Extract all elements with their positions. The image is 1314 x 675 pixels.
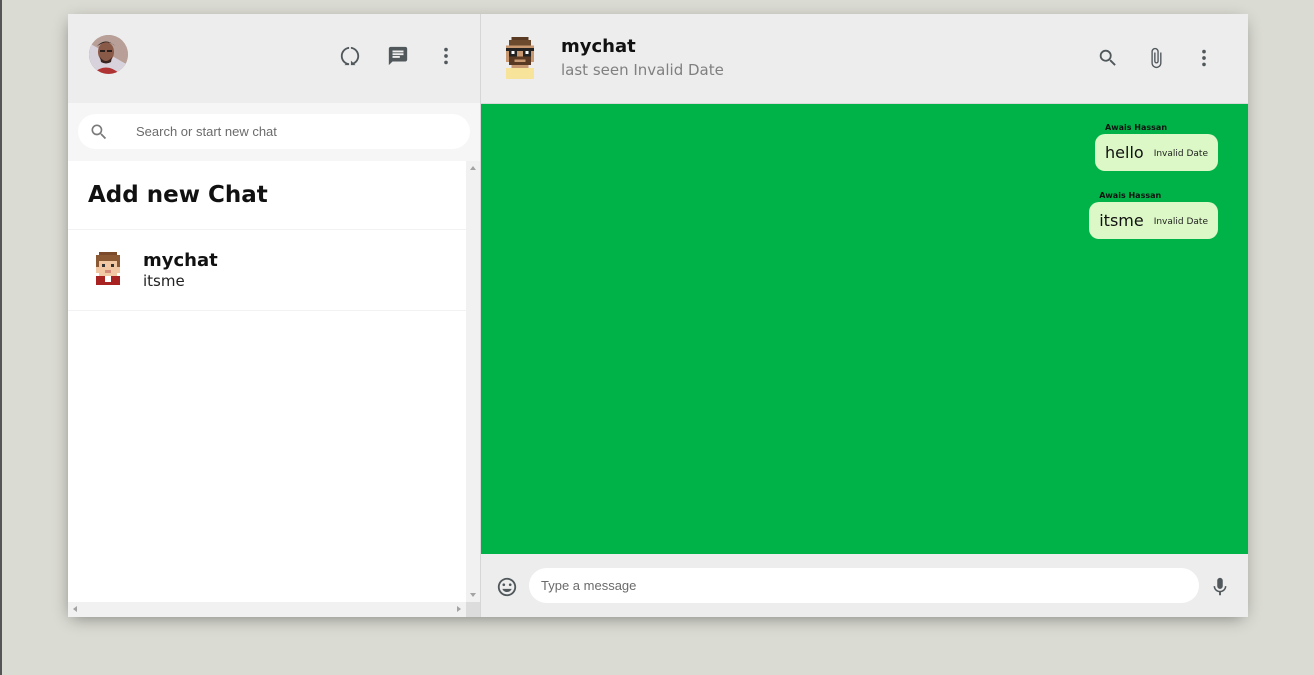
chat-header-actions bbox=[1096, 46, 1216, 70]
message-text: itsme bbox=[1099, 210, 1144, 230]
pixel-avatar-icon bbox=[90, 252, 126, 288]
chat-footer bbox=[481, 554, 1248, 617]
message-text: hello bbox=[1105, 142, 1144, 162]
message-bubble: hello Invalid Date bbox=[1095, 133, 1218, 171]
message-sender: Awais Hassan bbox=[1099, 190, 1162, 200]
add-new-chat-button[interactable]: Add new Chat bbox=[68, 161, 466, 230]
chat-panel: mychat last seen Invalid Date Awais Hass… bbox=[481, 14, 1248, 617]
search-icon bbox=[89, 122, 109, 142]
scroll-right-icon[interactable] bbox=[457, 606, 461, 612]
chat-message: Awais Hassan itsme Invalid Date bbox=[1089, 191, 1218, 239]
scroll-left-icon[interactable] bbox=[73, 606, 77, 612]
emoji-icon[interactable] bbox=[495, 575, 519, 599]
attach-icon[interactable] bbox=[1144, 46, 1168, 70]
chat-header-name: mychat bbox=[561, 36, 636, 57]
message-timestamp: Invalid Date bbox=[1153, 148, 1208, 159]
message-sender: Awais Hassan bbox=[1105, 122, 1168, 132]
chat-header: mychat last seen Invalid Date bbox=[481, 14, 1248, 104]
scrollbar-corner bbox=[466, 602, 480, 617]
more-vert-icon[interactable] bbox=[1192, 46, 1216, 70]
chat-list-vertical-scrollbar[interactable] bbox=[466, 161, 480, 602]
message-input-box bbox=[529, 568, 1199, 604]
more-vert-icon[interactable] bbox=[434, 44, 458, 68]
search-input[interactable] bbox=[134, 123, 438, 140]
chat-body: Awais Hassan hello Invalid Date Awais Ha… bbox=[481, 103, 1248, 555]
app-window: Add new Chat bbox=[68, 14, 1248, 617]
chat-list-item[interactable]: mychat itsme bbox=[68, 230, 466, 311]
status-icon[interactable] bbox=[338, 44, 362, 68]
page-edge bbox=[0, 0, 2, 675]
message-bubble: itsme Invalid Date bbox=[1089, 201, 1218, 239]
chat-header-info[interactable]: mychat last seen Invalid Date bbox=[561, 36, 724, 82]
scroll-down-icon[interactable] bbox=[470, 593, 476, 597]
chat-item-text: mychat itsme bbox=[143, 250, 218, 291]
chat-header-status: last seen Invalid Date bbox=[561, 61, 724, 79]
chat-item-last-message: itsme bbox=[143, 271, 185, 290]
message-input[interactable] bbox=[539, 577, 1183, 595]
contact-avatar[interactable] bbox=[503, 37, 537, 79]
chat-icon[interactable] bbox=[386, 44, 410, 68]
chat-item-name: mychat bbox=[143, 249, 218, 271]
search-box bbox=[78, 114, 470, 149]
chat-list-horizontal-scrollbar[interactable] bbox=[68, 602, 466, 617]
user-avatar[interactable] bbox=[89, 35, 128, 74]
message-timestamp: Invalid Date bbox=[1153, 216, 1208, 227]
sidebar: Add new Chat bbox=[68, 14, 481, 617]
search-icon[interactable] bbox=[1096, 46, 1120, 70]
chat-list: Add new Chat mychat itsme bbox=[68, 161, 466, 602]
mic-icon[interactable] bbox=[1208, 575, 1232, 599]
sidebar-header bbox=[68, 14, 480, 103]
chat-message: Awais Hassan hello Invalid Date bbox=[1095, 123, 1218, 171]
search-bar bbox=[68, 103, 480, 161]
sidebar-header-actions bbox=[338, 44, 458, 68]
scroll-up-icon[interactable] bbox=[470, 166, 476, 170]
